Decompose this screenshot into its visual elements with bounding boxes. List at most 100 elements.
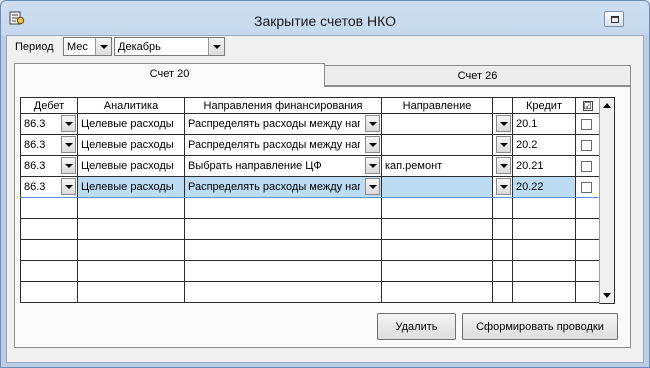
credit-value: 20.2 [516,139,538,151]
generate-entries-button[interactable]: Сформировать проводки [462,313,618,340]
check-cell[interactable] [575,134,600,156]
chevron-down-icon[interactable] [208,38,224,55]
direction-value: кап.ремонт [385,160,443,172]
delete-button-label: Удалить [395,321,438,333]
analytics-value: Целевые расходы [81,118,174,130]
direction-dropdown-cell[interactable] [492,113,513,135]
dropdown-button[interactable] [365,157,380,174]
direction-cell[interactable]: кап.ремонт [381,155,493,177]
analytics-cell[interactable]: Целевые расходы [77,176,185,198]
direction-cell[interactable] [381,113,493,135]
checkbox-icon: ☑ [582,100,593,111]
credit-cell[interactable]: 20.1 [512,113,576,135]
row-checkbox[interactable] [581,182,592,193]
dropdown-button[interactable] [365,178,380,195]
tab-schet-26[interactable]: Счет 26 [325,65,631,86]
credit-cell[interactable]: 20.22 [512,176,576,198]
check-cell[interactable] [575,155,600,177]
scroll-down-button[interactable] [600,288,614,302]
funding-cell[interactable]: Выбрать направление ЦФ [184,155,382,177]
credit-value: 20.1 [516,118,538,130]
empty-row[interactable] [20,239,600,261]
dropdown-button[interactable] [496,178,511,195]
empty-row[interactable] [20,197,600,219]
dropdown-button[interactable] [496,115,511,132]
row-checkbox[interactable] [581,161,592,172]
column-header[interactable]: Направления финансирования [184,97,382,114]
tab-label: Счет 26 [457,70,498,82]
debet-value: 86.3 [24,118,46,130]
scroll-up-button[interactable] [600,99,614,113]
analytics-cell[interactable]: Целевые расходы [77,113,185,135]
analytics-cell[interactable]: Целевые расходы [77,134,185,156]
chevron-down-icon [369,164,377,168]
column-header[interactable]: Направление [381,97,493,114]
column-header [492,97,513,114]
period-month-select[interactable]: Декабрь [114,37,225,56]
debet-cell[interactable]: 86.3 [20,113,78,135]
funding-value: Распределять расходы между направлениями [188,139,360,151]
chevron-down-icon [500,143,508,147]
dropdown-button[interactable] [61,136,76,153]
period-type-select[interactable]: Мес [63,37,112,56]
funding-cell[interactable]: Распределять расходы между направлениями [184,113,382,135]
dropdown-button[interactable] [61,157,76,174]
empty-row[interactable] [20,260,600,282]
table-row[interactable]: 86.3 Целевые расходы Распределять расходы … [20,176,600,198]
analytics-value: Целевые расходы [81,181,174,193]
direction-dropdown-cell[interactable] [492,134,513,156]
dropdown-button[interactable] [496,157,511,174]
chevron-down-icon [65,122,73,126]
check-cell[interactable] [575,113,600,135]
table-row[interactable]: 86.3 Целевые расходы Выбрать направление Ц… [20,155,600,177]
table-row[interactable]: 86.3 Целевые расходы Распределять расходы … [20,134,600,156]
funding-cell[interactable]: Распределять расходы между направлениями [184,176,382,198]
title-bar[interactable]: Закрытие счетов НКО [1,1,649,35]
chevron-down-icon[interactable] [95,38,111,55]
table-row[interactable]: 86.3 Целевые расходы Распределять расходы … [20,113,600,135]
direction-cell[interactable] [381,176,493,198]
tab-schet-20[interactable]: Счет 20 [14,63,325,87]
dropdown-button[interactable] [496,136,511,153]
dropdown-button[interactable] [61,115,76,132]
dropdown-button[interactable] [61,178,76,195]
chevron-down-icon [369,143,377,147]
select-all-header[interactable]: ☑ [575,97,600,114]
chevron-down-icon [369,185,377,189]
debet-value: 86.3 [24,160,46,172]
analytics-value: Целевые расходы [81,160,174,172]
empty-row[interactable] [20,281,600,303]
debet-cell[interactable]: 86.3 [20,176,78,198]
direction-cell[interactable] [381,134,493,156]
credit-cell[interactable]: 20.2 [512,134,576,156]
chevron-down-icon [65,185,73,189]
dropdown-button[interactable] [365,115,380,132]
analytics-value: Целевые расходы [81,139,174,151]
column-header[interactable]: Дебет [20,97,78,114]
funding-value: Выбрать направление ЦФ [188,160,322,172]
window-title: Закрытие счетов НКО [254,13,396,29]
empty-row[interactable] [20,218,600,240]
row-checkbox[interactable] [581,140,592,151]
column-header[interactable]: Кредит [512,97,576,114]
direction-dropdown-cell[interactable] [492,155,513,177]
vertical-scrollbar[interactable] [599,97,615,304]
grid-header: Дебет Аналитика Направления финансирован… [20,97,600,114]
delete-button[interactable]: Удалить [377,313,456,340]
column-header[interactable]: Аналитика [77,97,185,114]
debet-cell[interactable]: 86.3 [20,155,78,177]
check-cell[interactable] [575,176,600,198]
period-type-value: Мес [67,41,88,53]
debet-value: 86.3 [24,139,46,151]
debet-cell[interactable]: 86.3 [20,134,78,156]
analytics-cell[interactable]: Целевые расходы [77,155,185,177]
row-checkbox[interactable] [581,119,592,130]
funding-cell[interactable]: Распределять расходы между направлениями [184,134,382,156]
direction-dropdown-cell[interactable] [492,176,513,198]
close-button[interactable] [604,11,624,27]
funding-value: Распределять расходы между направлениями [188,118,360,130]
debet-value: 86.3 [24,181,46,193]
credit-value: 20.21 [516,160,544,172]
credit-cell[interactable]: 20.21 [512,155,576,177]
dropdown-button[interactable] [365,136,380,153]
